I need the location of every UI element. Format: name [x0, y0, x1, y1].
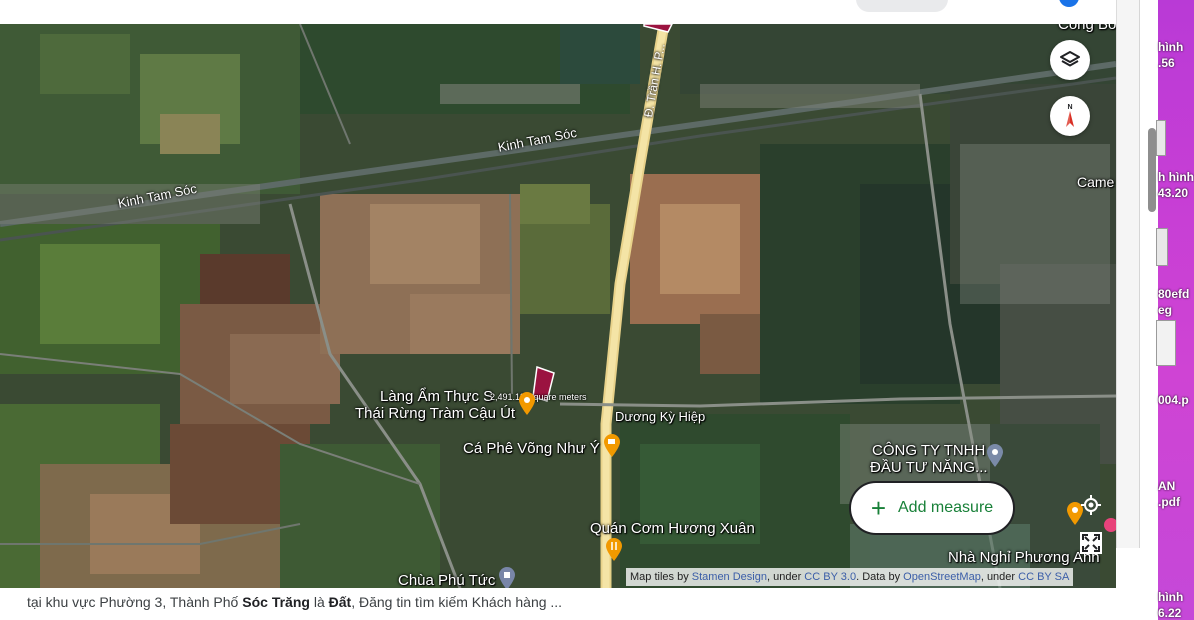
- desktop-file-label[interactable]: .56: [1158, 56, 1175, 70]
- place-label-came[interactable]: Came: [1077, 174, 1114, 190]
- place-label-company[interactable]: CÔNG TY TNHH: [872, 442, 985, 459]
- toolbar-icon[interactable]: [1000, 0, 1020, 8]
- caption-city: Sóc Trăng: [242, 594, 310, 610]
- desktop-file-label[interactable]: 43.20: [1158, 186, 1188, 200]
- place-label-chua[interactable]: Chùa Phú Tức: [398, 572, 495, 588]
- caption-type: Đất: [328, 594, 352, 610]
- listing-caption: tại khu vực Phường 3, Thành Phố Sóc Trăn…: [27, 594, 563, 610]
- fullscreen-icon: [1080, 532, 1102, 554]
- info-icon[interactable]: [1058, 0, 1080, 8]
- window-gap: [1140, 0, 1160, 620]
- map-attribution: Map tiles by Stamen Design, under CC BY …: [626, 568, 1074, 586]
- desktop-file-thumbnail-2[interactable]: [1156, 228, 1168, 266]
- restaurant-pin-icon-2[interactable]: [605, 538, 623, 562]
- place-label-quan-com[interactable]: Quán Cơm Hương Xuân: [590, 520, 755, 537]
- svg-text:N: N: [1067, 104, 1072, 111]
- place-label-cafe[interactable]: Cá Phê Võng Như Ý: [463, 440, 600, 457]
- add-measure-button[interactable]: + Add measure: [849, 481, 1015, 535]
- layers-button[interactable]: [1050, 40, 1090, 80]
- desktop-file-label[interactable]: eg: [1158, 303, 1172, 317]
- place-label-company-2[interactable]: ĐẦU TƯ NĂNG...: [870, 459, 988, 476]
- plus-icon: +: [870, 493, 886, 523]
- my-location-button[interactable]: [1076, 490, 1106, 520]
- cc-by-sa-link[interactable]: CC BY SA: [1018, 571, 1069, 583]
- satellite-map[interactable]: Kinh Tam Sóc Kinh Tam Sóc Đ. Trần H. P..…: [0, 24, 1116, 588]
- desktop-file-label[interactable]: hình: [1158, 590, 1183, 604]
- street-label-duong-ky-hiep: Dương Kỳ Hiệp: [615, 409, 706, 424]
- layers-icon: [1060, 51, 1080, 67]
- company-pin-icon[interactable]: [986, 444, 1004, 468]
- place-label-cong-bo[interactable]: Cổng Bờ: [1058, 24, 1116, 33]
- place-label-restaurant[interactable]: Làng Ẩm Thực S: [380, 388, 493, 405]
- cc-by-link[interactable]: CC BY 3.0: [804, 571, 856, 583]
- cafe-pin-icon[interactable]: [603, 434, 621, 458]
- desktop-file-label[interactable]: AN: [1158, 479, 1175, 493]
- temple-pin-icon[interactable]: [498, 567, 516, 588]
- stamen-link[interactable]: Stamen Design: [692, 571, 767, 583]
- desktop-file-label[interactable]: hình: [1158, 40, 1183, 54]
- compass-north-icon: N: [1066, 104, 1074, 127]
- desktop-file-label[interactable]: 004.p: [1158, 393, 1189, 407]
- crosshair-icon: [1081, 495, 1101, 515]
- compass-button[interactable]: N: [1050, 96, 1090, 136]
- desktop-file-thumbnail[interactable]: [1156, 120, 1166, 156]
- desktop-file-label[interactable]: h hình: [1158, 170, 1194, 184]
- add-measure-label: Add measure: [898, 499, 994, 516]
- place-label-restaurant-2[interactable]: Thái Rừng Tràm Cậu Út: [355, 405, 515, 422]
- top-toolbar: [0, 0, 1116, 24]
- desktop-file-label[interactable]: 6.22: [1158, 606, 1181, 620]
- window-scrollbar-thumb[interactable]: [1148, 128, 1156, 212]
- desktop-file-label[interactable]: .pdf: [1158, 495, 1180, 509]
- search-pill[interactable]: [856, 0, 948, 12]
- fullscreen-button[interactable]: [1076, 528, 1106, 558]
- browser-page: Kinh Tam Sóc Kinh Tam Sóc Đ. Trần H. P..…: [0, 0, 1140, 620]
- desktop-file-thumbnail-3[interactable]: [1156, 320, 1176, 366]
- desktop-file-label[interactable]: 80efd: [1158, 287, 1189, 301]
- osm-link[interactable]: OpenStreetMap: [903, 571, 981, 583]
- area-measure-label: 2,491.19 Square meters: [490, 392, 587, 402]
- restaurant-pin-icon[interactable]: [518, 392, 536, 416]
- page-scrollbar-gutter[interactable]: [1116, 0, 1141, 548]
